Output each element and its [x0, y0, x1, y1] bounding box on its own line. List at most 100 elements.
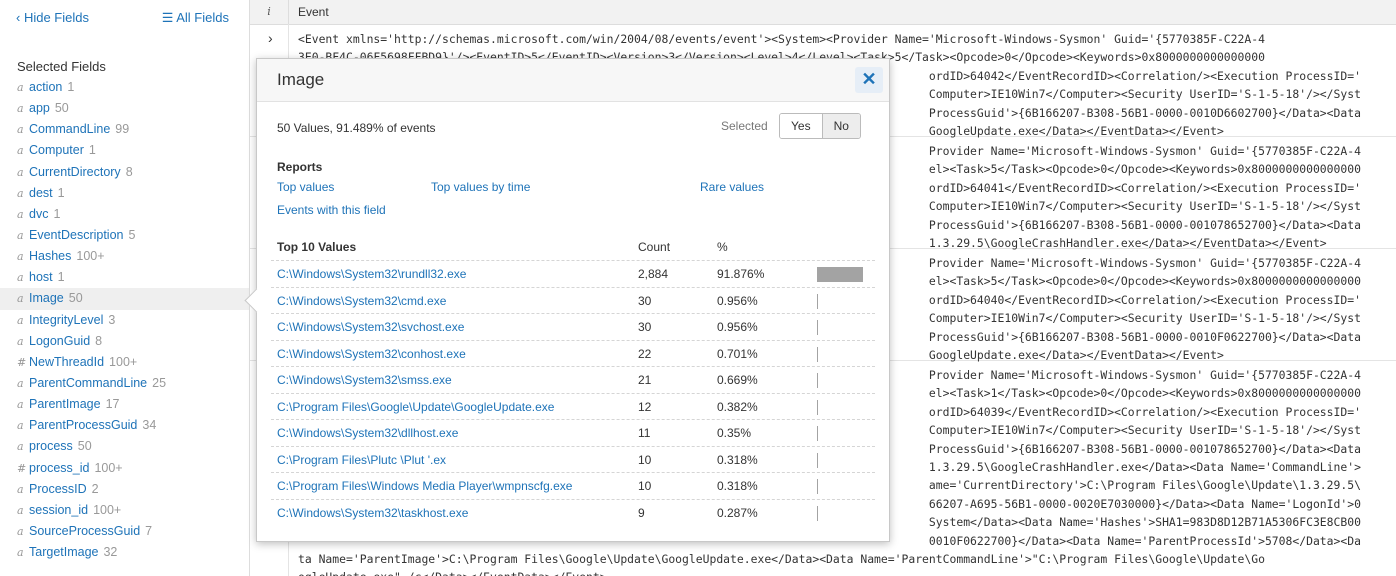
field-item[interactable]: a session_id 100+: [0, 500, 249, 521]
top-value-link[interactable]: C:\Windows\System32\svchost.exe: [277, 320, 464, 334]
hide-fields-button[interactable]: ‹ Hide Fields: [16, 10, 89, 25]
field-name[interactable]: CommandLine: [29, 122, 110, 136]
top-value-link[interactable]: C:\Windows\System32\taskhost.exe: [277, 506, 468, 520]
top-value-count: 30: [638, 293, 652, 308]
field-name[interactable]: SourceProcessGuid: [29, 524, 140, 538]
field-name[interactable]: Computer: [29, 143, 84, 157]
field-item[interactable]: a CommandLine 99: [0, 119, 249, 140]
field-type-icon: a: [17, 503, 24, 517]
field-name[interactable]: Image: [29, 291, 64, 305]
top-values-link[interactable]: Top values: [277, 180, 334, 194]
field-name[interactable]: host: [29, 270, 53, 284]
field-item[interactable]: a action 1: [0, 77, 249, 98]
top-value-percent: 0.318%: [717, 452, 758, 467]
field-name[interactable]: Hashes: [29, 249, 71, 263]
field-type-icon: a: [17, 546, 24, 560]
field-name[interactable]: process_id: [29, 461, 89, 475]
field-item[interactable]: a Hashes 100+: [0, 246, 249, 267]
field-name[interactable]: EventDescription: [29, 228, 124, 242]
top-value-link[interactable]: C:\Windows\System32\smss.exe: [277, 373, 452, 387]
field-count: 3: [108, 312, 116, 327]
field-count: 100+: [93, 502, 122, 517]
top-value-link[interactable]: C:\Windows\System32\rundll32.exe: [277, 267, 466, 281]
field-item[interactable]: # NewThreadId 100+: [0, 352, 249, 373]
top-value-link[interactable]: C:\Windows\System32\cmd.exe: [277, 294, 446, 308]
values-summary: 50 Values, 91.489% of events: [277, 121, 436, 135]
selected-no-button[interactable]: No: [822, 114, 860, 138]
field-count: 50: [77, 439, 92, 454]
field-item[interactable]: a host 1: [0, 267, 249, 288]
field-item[interactable]: a app 50: [0, 98, 249, 119]
top-value-percent: 0.956%: [717, 320, 758, 334]
events-table-header: i Event: [250, 0, 1396, 25]
field-count: 100+: [76, 249, 105, 264]
top-value-percent: 0.956%: [717, 293, 758, 308]
top-value-row: C:\Windows\System32\conhost.exe 22 0.701%: [271, 339, 875, 368]
field-item[interactable]: # process_id 100+: [0, 458, 249, 479]
top-values-table-title: Top 10 Values: [277, 240, 357, 254]
field-type-icon: a: [17, 165, 24, 179]
expand-chevron-icon[interactable]: ›: [268, 30, 273, 46]
field-item[interactable]: a SourceProcessGuid 7: [0, 521, 249, 542]
top-value-link[interactable]: C:\Program Files\Windows Media Player\wm…: [277, 479, 572, 493]
field-name[interactable]: NewThreadId: [29, 355, 104, 369]
top-values-by-time-link[interactable]: Top values by time: [431, 180, 530, 194]
field-type-icon: a: [17, 123, 24, 137]
all-fields-button[interactable]: ☰ All Fields: [162, 10, 229, 26]
top-value-percent: 0.669%: [717, 373, 758, 387]
field-name[interactable]: LogonGuid: [29, 334, 90, 348]
field-name[interactable]: ParentProcessGuid: [29, 418, 137, 432]
field-name[interactable]: dest: [29, 186, 53, 200]
field-item[interactable]: a EventDescription 5: [0, 225, 249, 246]
selected-field-list: a action 1 a app 50 a CommandLine 99 a Computer 1 a C…: [0, 77, 249, 563]
field-name[interactable]: ProcessID: [29, 482, 87, 496]
close-button[interactable]: ✕: [855, 67, 883, 93]
field-name[interactable]: TargetImage: [29, 545, 98, 559]
field-item[interactable]: a dest 1: [0, 183, 249, 204]
selected-fields-heading: Selected Fields: [17, 59, 106, 74]
field-name[interactable]: IntegrityLevel: [29, 313, 103, 327]
field-name[interactable]: dvc: [29, 207, 48, 221]
field-item[interactable]: a Image 50: [0, 288, 249, 310]
field-name[interactable]: ParentImage: [29, 397, 101, 411]
field-item[interactable]: a TargetImage 32: [0, 542, 249, 563]
field-item[interactable]: a LogonGuid 8: [0, 331, 249, 352]
field-item[interactable]: a CurrentDirectory 8: [0, 162, 249, 183]
field-count: 8: [95, 333, 103, 348]
list-icon: ☰: [161, 10, 177, 25]
field-name[interactable]: action: [29, 80, 62, 94]
field-name[interactable]: app: [29, 101, 50, 115]
top-value-count: 10: [638, 452, 652, 467]
top-value-percent: 0.287%: [717, 505, 758, 520]
top-value-count: 12: [638, 399, 652, 414]
field-name[interactable]: CurrentDirectory: [29, 165, 121, 179]
top-value-link[interactable]: C:\Windows\System32\dllhost.exe: [277, 426, 458, 440]
field-item[interactable]: a ParentCommandLine 25: [0, 373, 249, 394]
top-value-bar: [817, 267, 863, 282]
field-item[interactable]: a ParentProcessGuid 34: [0, 415, 249, 436]
top-value-link[interactable]: C:\Program Files\Plutc \Plut '.ex: [277, 453, 446, 467]
fields-sidebar: ‹ Hide Fields ☰ All Fields Selected Fiel…: [0, 0, 250, 576]
event-column-header[interactable]: Event: [298, 5, 329, 19]
field-item[interactable]: a IntegrityLevel 3: [0, 310, 249, 331]
field-name[interactable]: ParentCommandLine: [29, 376, 147, 390]
field-count: 1: [57, 270, 65, 285]
selected-yes-button[interactable]: Yes: [780, 114, 823, 138]
top-value-link[interactable]: C:\Windows\System32\conhost.exe: [277, 347, 466, 361]
field-type-icon: a: [17, 419, 24, 433]
field-item[interactable]: a dvc 1: [0, 204, 249, 225]
rare-values-link[interactable]: Rare values: [700, 180, 764, 194]
field-name[interactable]: session_id: [29, 503, 88, 517]
top-value-percent: 91.876%: [717, 267, 765, 281]
all-fields-label: All Fields: [176, 10, 229, 25]
field-item[interactable]: a process 50: [0, 436, 249, 457]
field-item[interactable]: a ParentImage 17: [0, 394, 249, 415]
top-value-row: C:\Program Files\Windows Media Player\wm…: [271, 472, 875, 500]
field-name[interactable]: process: [29, 439, 73, 453]
field-item[interactable]: a Computer 1: [0, 140, 249, 161]
field-count: 8: [125, 164, 133, 179]
events-with-field-link[interactable]: Events with this field: [277, 203, 386, 217]
field-count: 99: [115, 122, 130, 137]
top-value-link[interactable]: C:\Program Files\Google\Update\GoogleUpd…: [277, 400, 554, 414]
field-item[interactable]: a ProcessID 2: [0, 479, 249, 500]
